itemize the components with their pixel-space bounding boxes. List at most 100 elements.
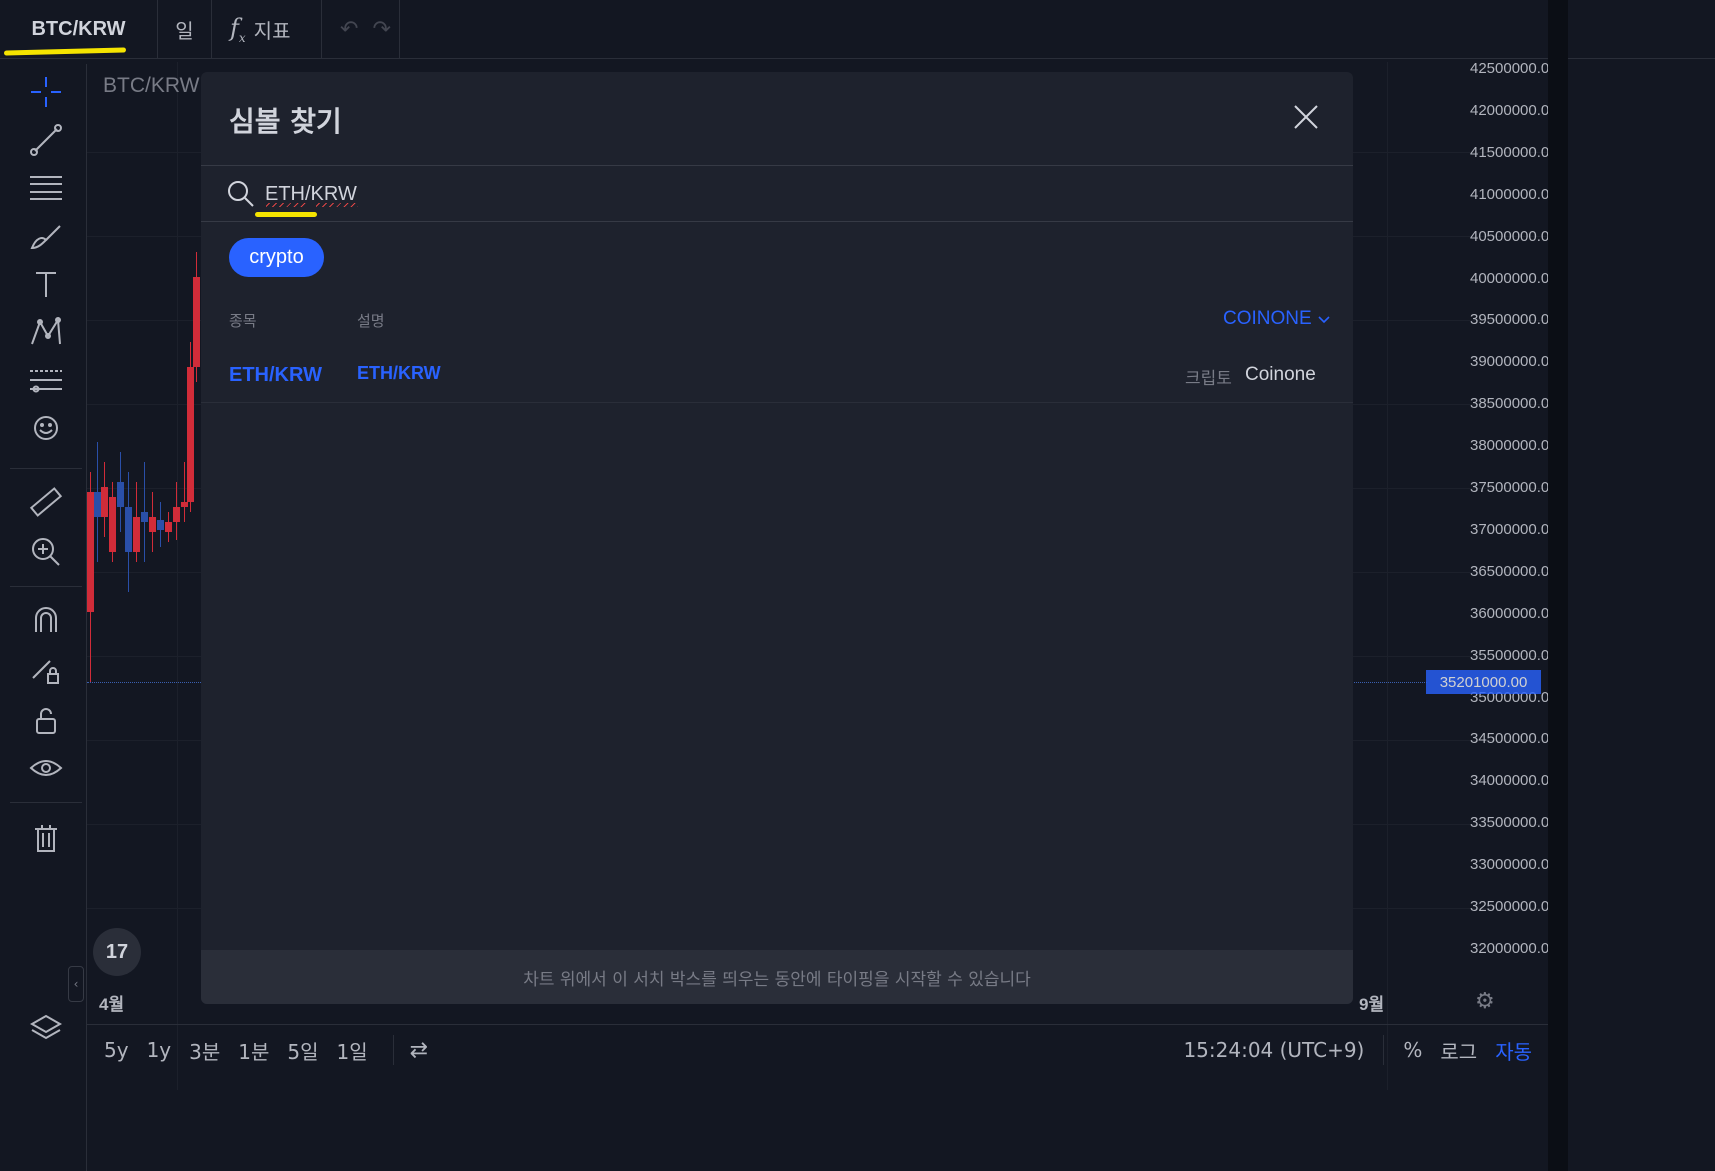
column-header-description: 설명 (357, 312, 385, 330)
price-axis-label: 36500000.00 (1470, 562, 1558, 580)
tradingview-logo[interactable]: 17 (93, 928, 141, 976)
result-row[interactable]: ETH/KRW ETH/KRW 크립토 Coinone (201, 346, 1353, 403)
candle-body (87, 492, 94, 612)
fib-lines-icon[interactable] (26, 168, 66, 208)
interval-label: 일 (175, 18, 194, 43)
result-symbol: ETH/KRW (229, 364, 322, 386)
layers-icon[interactable] (26, 1008, 66, 1048)
dialog-title: 심볼 찾기 (229, 105, 342, 138)
settings-gear-icon[interactable]: ⚙ (1475, 988, 1495, 1014)
price-axis-label: 35500000.00 (1470, 646, 1558, 664)
undo-redo-group: ↶ ↷ (322, 0, 400, 58)
lock-drawing-icon[interactable] (26, 650, 66, 690)
clock[interactable]: 15:24:04 (UTC+9) (1174, 1038, 1373, 1062)
emoji-icon[interactable] (26, 408, 66, 448)
brush-icon[interactable] (26, 216, 66, 256)
price-axis-label: 41000000.00 (1470, 185, 1558, 203)
candle-body (94, 492, 101, 517)
unlock-icon[interactable] (26, 700, 66, 740)
candle-body (109, 497, 116, 552)
range-3m[interactable]: 3분 (180, 1036, 229, 1065)
toolbar-divider (10, 468, 82, 469)
trend-line-icon[interactable] (26, 120, 66, 160)
price-axis-label: 40000000.00 (1470, 269, 1558, 287)
chevron-down-icon (1318, 308, 1330, 330)
price-axis-label: 33000000.00 (1470, 856, 1558, 874)
toolbar-divider (10, 802, 82, 803)
magnet-icon[interactable] (26, 600, 66, 640)
close-icon[interactable] (1291, 102, 1321, 132)
redo-icon[interactable]: ↷ (372, 17, 390, 42)
range-5y[interactable]: 5y (95, 1038, 138, 1062)
time-label: 9월 (1359, 995, 1385, 1014)
price-axis-label: 41500000.00 (1470, 143, 1558, 161)
candle-wick (184, 462, 185, 522)
prediction-icon[interactable] (26, 360, 66, 400)
highlight-mark (255, 212, 317, 217)
range-5d[interactable]: 5일 (278, 1036, 327, 1065)
highlight-mark (3, 47, 127, 56)
price-axis-label: 37000000.00 (1470, 520, 1558, 538)
range-1m[interactable]: 1분 (229, 1036, 278, 1065)
divider (201, 221, 1353, 222)
symbol-search-button[interactable]: BTC/KRW (0, 0, 158, 58)
price-axis-label: 37500000.00 (1470, 479, 1558, 496)
price-axis-label: 32000000.00 (1470, 939, 1558, 957)
result-type: 크립토 (1185, 369, 1232, 389)
text-icon[interactable] (26, 264, 66, 304)
price-axis-label: 38000000.00 (1470, 437, 1558, 455)
spellcheck-underline (316, 203, 358, 207)
candle-body (157, 520, 164, 530)
current-price-label: 35201000.00 (1426, 670, 1541, 694)
price-axis-label: 42000000.00 (1470, 101, 1558, 119)
price-axis-label: 33500000.00 (1470, 814, 1558, 832)
price-axis-label: 34000000.00 (1470, 772, 1558, 790)
pattern-icon[interactable] (26, 312, 66, 352)
candle-body (117, 482, 124, 507)
search-input[interactable] (265, 176, 1325, 212)
undo-icon[interactable]: ↶ (340, 17, 358, 42)
crosshair-icon[interactable] (26, 72, 66, 112)
trash-icon[interactable] (26, 818, 66, 858)
column-header-symbol: 종목 (229, 312, 257, 330)
indicators-label: 지표 (253, 18, 291, 43)
price-axis-label: 42500000.00 (1470, 60, 1558, 77)
candle-body (141, 512, 148, 522)
exchange-dropdown[interactable]: COINONE (1223, 308, 1330, 330)
time-label: 4월 (99, 995, 125, 1014)
price-axis-label: 36000000.00 (1470, 604, 1558, 622)
candle-body (193, 277, 200, 367)
symbol-label: BTC/KRW (31, 17, 126, 40)
price-axis-label: 39000000.00 (1470, 353, 1558, 371)
result-exchange: Coinone (1245, 364, 1316, 385)
toolbar-divider (10, 586, 82, 587)
eye-icon[interactable] (26, 748, 66, 788)
window-edge (1548, 0, 1568, 1171)
filter-chip-crypto[interactable]: crypto (229, 238, 324, 277)
collapse-toolbar-button[interactable]: ‹ (68, 966, 84, 1002)
result-description: ETH/KRW (357, 363, 441, 383)
indicators-button[interactable]: fx 지표 (212, 0, 322, 58)
ruler-icon[interactable] (26, 482, 66, 522)
candle-body (133, 517, 140, 552)
function-icon: fx (230, 13, 246, 45)
dialog-footer-hint: 차트 위에서 이 서치 박스를 띄우는 동안에 타이핑을 시작할 수 있습니다 (201, 950, 1353, 1004)
price-axis-label: 38500000.00 (1470, 395, 1558, 413)
price-axis-label: 39500000.00 (1470, 311, 1558, 329)
symbol-search-dialog: 심볼 찾기 crypto 종목 설명 COINONE ETH/KRW ETH/K… (201, 72, 1353, 1004)
interval-button[interactable]: 일 (158, 0, 212, 58)
log-toggle[interactable]: 로그 (1431, 1036, 1486, 1065)
top-toolbar: BTC/KRW 일 fx 지표 ↶ ↷ (0, 0, 1715, 59)
range-1y[interactable]: 1y (138, 1038, 181, 1062)
range-1d[interactable]: 1일 (328, 1036, 377, 1065)
price-axis[interactable]: 42500000.00 42000000.00 41500000.00 4100000… (1470, 60, 1610, 1092)
candle-body (181, 502, 188, 507)
auto-toggle[interactable]: 자동 (1486, 1036, 1541, 1065)
zoom-in-icon[interactable] (26, 532, 66, 572)
percent-toggle[interactable]: % (1394, 1038, 1431, 1062)
bottom-toolbar: 5y 1y 3분 1분 5일 1일 ⇄ 15:24:04 (UTC+9) % 로… (87, 1024, 1555, 1075)
price-axis-label: 32500000.00 (1470, 898, 1558, 915)
chart-legend-symbol: BTC/KRW (103, 74, 200, 97)
spellcheck-underline (266, 203, 306, 207)
goto-date-icon[interactable]: ⇄ (410, 1038, 428, 1063)
